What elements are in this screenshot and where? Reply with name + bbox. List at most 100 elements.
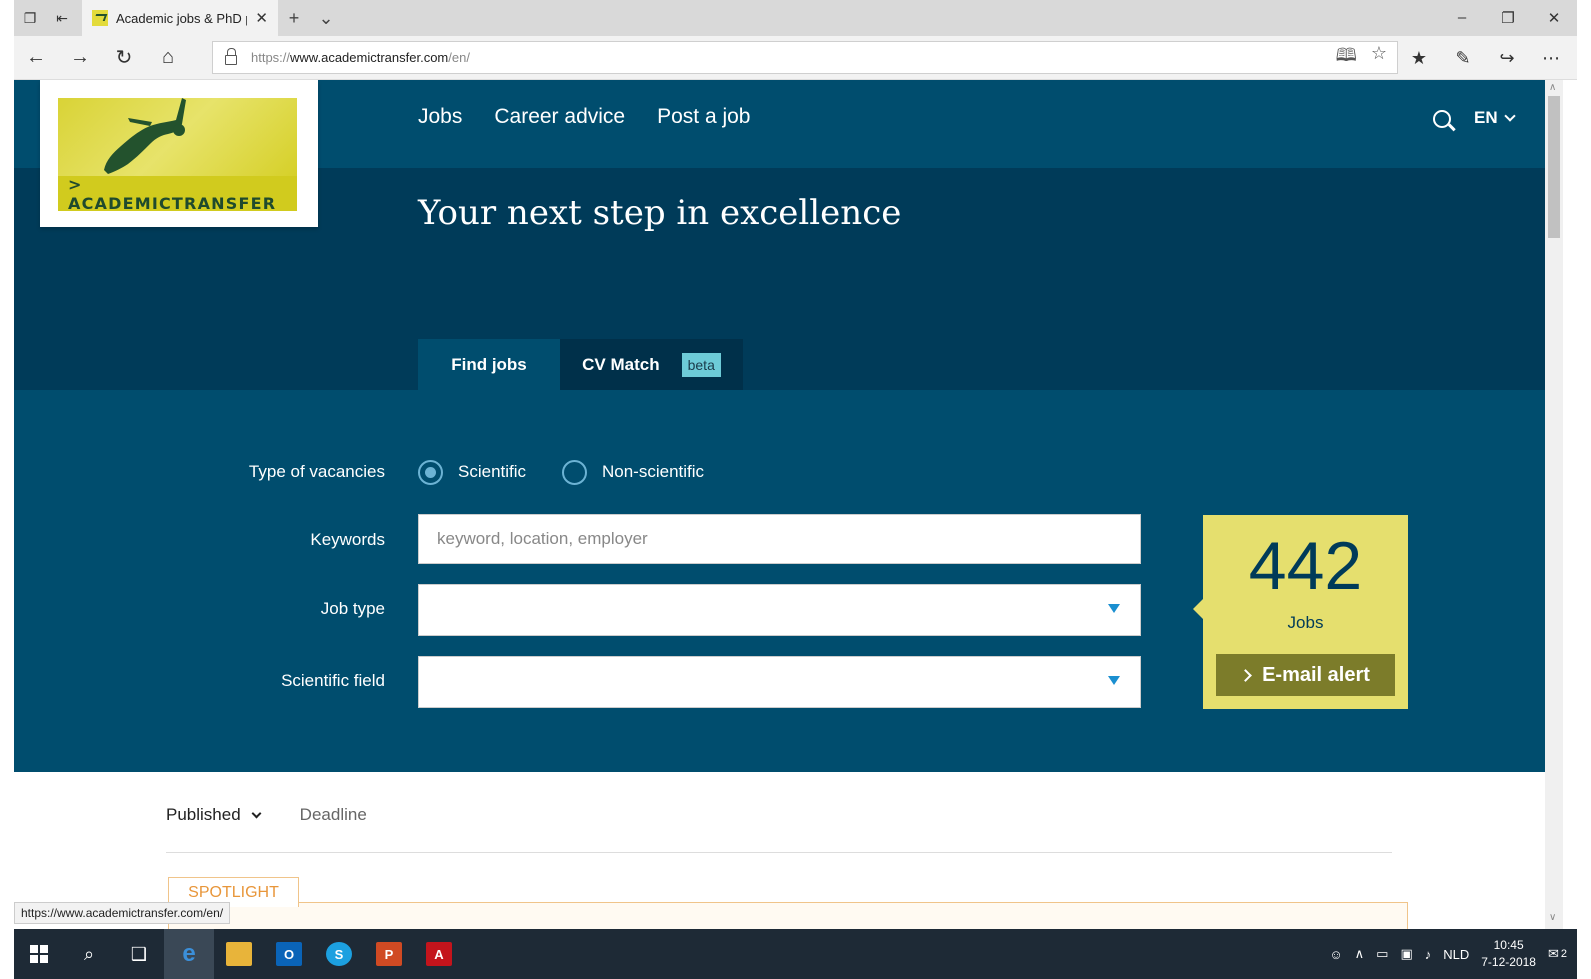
sort-bar: Published Deadline	[166, 805, 367, 825]
status-bar-url: https://www.academictransfer.com/en/	[14, 902, 231, 924]
beta-badge: beta	[681, 352, 721, 377]
outlook-icon[interactable]: O	[264, 929, 314, 979]
edge-app-icon[interactable]: e	[164, 929, 214, 979]
job-search-form: Type of vacancies Scientific Non-scienti…	[14, 390, 1545, 772]
dropdown-caret-icon	[1108, 676, 1120, 685]
set-tabs-aside-icon[interactable]: ⇤	[46, 0, 78, 36]
share-icon[interactable]: ↪	[1489, 48, 1525, 69]
back-icon[interactable]: ←	[14, 36, 58, 80]
refresh-icon[interactable]: ↻	[102, 36, 146, 80]
logo-wordmark: > ACADEMICTRANSFER	[58, 175, 297, 213]
email-alert-label: E-mail alert	[1262, 663, 1370, 686]
lock-icon	[225, 48, 237, 65]
chevron-down-icon	[1503, 110, 1516, 122]
scientific-field-label: Scientific field	[281, 671, 385, 690]
reading-view-icon[interactable]: 🕮	[1336, 43, 1357, 73]
tab-find-jobs[interactable]: Find jobs	[418, 339, 560, 390]
pen-notes-icon[interactable]: ✎	[1445, 48, 1481, 69]
language-selector[interactable]: EN	[1474, 108, 1516, 128]
tab-cv-match[interactable]: CV Match beta	[560, 339, 743, 390]
scroll-up-icon[interactable]: ∧	[1549, 82, 1556, 93]
nav-career-advice[interactable]: Career advice	[494, 105, 625, 129]
restore-icon[interactable]: ❐	[1485, 9, 1531, 27]
keywords-field	[418, 514, 1141, 564]
radio-scientific-label[interactable]: Scientific	[458, 462, 526, 482]
sort-published-label: Published	[166, 805, 241, 824]
favorites-hub-icon[interactable]: ★	[1401, 48, 1437, 69]
type-of-vacancies-label: Type of vacancies	[248, 462, 385, 481]
dropdown-caret-icon	[1108, 604, 1120, 613]
favorite-star-icon[interactable]: ☆	[1371, 43, 1387, 73]
site-logo[interactable]: > ACADEMICTRANSFER	[40, 80, 318, 227]
tab-title: Academic jobs & PhD p	[116, 10, 248, 26]
divider	[166, 852, 1392, 853]
job-counter-card: 442 Jobs E-mail alert	[1193, 515, 1408, 709]
web-page: Jobs Career advice Post a job EN > ACADE…	[14, 80, 1545, 929]
job-type-label: Job type	[320, 599, 385, 618]
new-tab-icon[interactable]: +	[278, 8, 310, 29]
close-window-icon[interactable]: ✕	[1531, 9, 1577, 27]
keywords-label: Keywords	[310, 530, 385, 549]
search-icon[interactable]: ⌕	[64, 929, 114, 979]
search-icon[interactable]	[1433, 110, 1451, 128]
forward-icon[interactable]: →	[58, 36, 102, 80]
acrobat-icon[interactable]: A	[414, 929, 464, 979]
sort-deadline[interactable]: Deadline	[300, 805, 367, 825]
nav-post-a-job[interactable]: Post a job	[657, 105, 750, 129]
more-icon[interactable]: ⋯	[1533, 48, 1569, 69]
scientific-field-select[interactable]	[418, 656, 1141, 708]
start-button[interactable]	[14, 929, 64, 979]
clock[interactable]: 10:45 7-12-2018	[1481, 937, 1536, 971]
page-scrollbar[interactable]: ∧ ∨	[1545, 80, 1563, 929]
home-icon[interactable]: ⌂	[146, 36, 190, 80]
action-center-icon[interactable]: ✉	[1548, 946, 1559, 962]
task-view-icon[interactable]: ❑	[114, 929, 164, 979]
battery-icon[interactable]: ▭	[1376, 946, 1388, 962]
main-nav: Jobs Career advice Post a job	[418, 105, 751, 129]
chevron-right-icon	[1239, 668, 1252, 682]
minimize-icon[interactable]: –	[1439, 9, 1485, 27]
address-bar[interactable]: https://www.academictransfer.com/en/ 🕮 ☆	[212, 41, 1398, 74]
keywords-input[interactable]	[419, 515, 1140, 563]
job-count-label: Jobs	[1287, 613, 1324, 632]
radio-non-scientific[interactable]	[562, 460, 587, 485]
radio-scientific[interactable]	[418, 460, 443, 485]
windows-taskbar: ⌕ ❑ e O S P A ☺ ∧ ▭ ▣ ♪ NLD 10:45 7-12-2…	[14, 929, 1577, 979]
system-tray: ☺ ∧ ▭ ▣ ♪ NLD 10:45 7-12-2018 ✉ 2	[1329, 937, 1577, 971]
clock-date: 7-12-2018	[1481, 955, 1536, 969]
people-icon[interactable]: ☺	[1329, 947, 1342, 962]
high-jumper-icon	[104, 98, 186, 174]
language-label: EN	[1474, 108, 1498, 127]
notification-count: 2	[1560, 948, 1567, 960]
skype-icon[interactable]: S	[314, 929, 364, 979]
tab-close-icon[interactable]: ✕	[255, 9, 268, 27]
scroll-down-icon[interactable]: ∨	[1549, 912, 1556, 923]
browser-tab[interactable]: Academic jobs & PhD p ✕	[82, 0, 278, 36]
radio-non-scientific-label[interactable]: Non-scientific	[602, 462, 704, 482]
tab-actions-icon[interactable]: ❐	[14, 0, 46, 36]
url-text: https://www.academictransfer.com/en/	[251, 50, 470, 65]
windows-logo-icon	[30, 945, 48, 963]
browser-titlebar: ❐ ⇤ Academic jobs & PhD p ✕ + ⌄ – ❐ ✕	[14, 0, 1577, 36]
browser-navbar: ← → ↻ ⌂ https://www.academictransfer.com…	[14, 36, 1577, 80]
scroll-thumb[interactable]	[1548, 96, 1560, 238]
volume-icon[interactable]: ♪	[1425, 947, 1432, 962]
clock-time: 10:45	[1493, 938, 1524, 952]
input-language[interactable]: NLD	[1443, 947, 1469, 962]
file-explorer-icon[interactable]	[214, 929, 264, 979]
tab-list-chevron-icon[interactable]: ⌄	[310, 8, 342, 29]
nav-jobs[interactable]: Jobs	[418, 105, 462, 129]
job-type-select[interactable]	[418, 584, 1141, 636]
network-icon[interactable]: ▣	[1400, 946, 1412, 962]
spotlight-card[interactable]	[168, 902, 1408, 929]
logo-image	[58, 98, 297, 176]
sort-published[interactable]: Published	[166, 805, 262, 825]
email-alert-button[interactable]: E-mail alert	[1216, 654, 1395, 696]
job-count: 442	[1248, 528, 1363, 604]
search-tabs: Find jobs CV Match beta	[418, 339, 743, 390]
show-hidden-icons-chevron-icon[interactable]: ∧	[1355, 946, 1365, 962]
tab-cv-match-label: CV Match	[582, 354, 660, 374]
powerpoint-icon[interactable]: P	[364, 929, 414, 979]
site-favicon-icon	[92, 10, 108, 26]
chevron-down-icon	[251, 808, 262, 818]
